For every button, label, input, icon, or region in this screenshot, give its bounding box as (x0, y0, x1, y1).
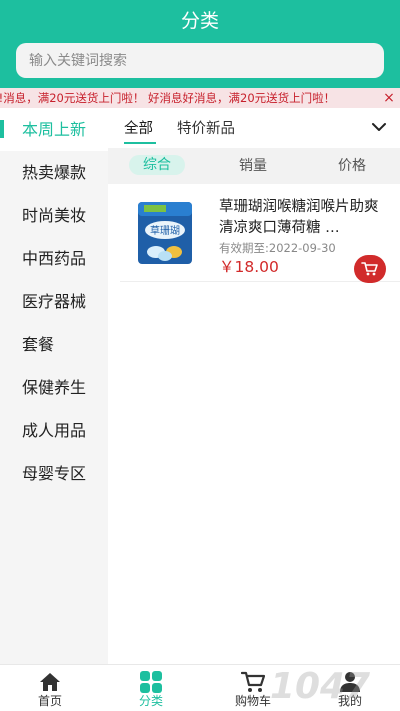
product-image-text: 草珊瑚 (150, 225, 180, 237)
sidebar-item-label: 中西药品 (22, 249, 87, 268)
sidebar-item-beauty[interactable]: 时尚美妆 (0, 194, 108, 237)
sort-bar: 综合 销量 价格 (108, 148, 400, 184)
sidebar-item-medical-devices[interactable]: 医疗器械 (0, 280, 108, 323)
product-price: ￥18.00 (219, 258, 279, 276)
tab-all[interactable]: 全部 (124, 119, 153, 139)
sidebar-item-label: 医疗器械 (22, 292, 87, 311)
nav-home[interactable]: 首页 (10, 665, 90, 711)
sort-sales[interactable]: 销量 (239, 157, 267, 175)
search-bar[interactable] (16, 43, 384, 78)
product-image[interactable]: 草珊瑚 (134, 200, 196, 266)
sidebar-item-label: 本周上新 (22, 120, 87, 139)
sidebar-item-new-this-week[interactable]: 本周上新 (0, 108, 108, 151)
sidebar-item-label: 热卖爆款 (22, 163, 87, 182)
add-to-cart-button[interactable] (354, 255, 386, 283)
home-icon (40, 673, 60, 691)
cart-icon (361, 262, 378, 276)
sidebar-item-medicine[interactable]: 中西药品 (0, 237, 108, 280)
sidebar-item-bundles[interactable]: 套餐 (0, 323, 108, 366)
watermark-text: 1047 (270, 666, 370, 707)
sidebar-item-hot-sellers[interactable]: 热卖爆款 (0, 151, 108, 194)
header: 分类 (0, 0, 400, 88)
tab-special-new[interactable]: 特价新品 (177, 119, 235, 139)
sidebar-item-health[interactable]: 保健养生 (0, 366, 108, 409)
sidebar-item-label: 时尚美妆 (22, 206, 87, 225)
sidebar-item-label: 套餐 (22, 335, 55, 354)
sidebar-item-label: 保健养生 (22, 378, 87, 397)
product-item[interactable]: 草珊瑚 草珊瑚润喉糖润喉片助爽 清凉爽口薄荷糖 … 有效期至:2022-09-3… (120, 186, 400, 283)
product-name: 草珊瑚润喉糖润喉片助爽 清凉爽口薄荷糖 … (219, 199, 379, 236)
nav-label: 首页 (37, 694, 62, 708)
filter-tabs: 全部 特价新品 (108, 108, 400, 148)
watermark-logo: 1047 (270, 666, 370, 707)
chevron-down-icon[interactable] (368, 116, 390, 138)
product-expiry: 有效期至:2022-09-30 (219, 241, 336, 255)
search-input[interactable] (29, 52, 369, 69)
active-indicator (0, 120, 4, 138)
nav-category[interactable]: 分类 (111, 665, 191, 711)
page-title: 分类 (180, 10, 219, 32)
sidebar-item-label: 成人用品 (22, 421, 87, 440)
sidebar-item-mother-baby[interactable]: 母婴专区 (0, 452, 108, 495)
sidebar-item-label: 母婴专区 (22, 464, 87, 483)
close-icon[interactable]: × (381, 89, 397, 107)
category-sidebar: 本周上新 热卖爆款 时尚美妆 中西药品 医疗器械 套餐 保健养生 成人用品 母婴… (0, 108, 108, 664)
category-grid-icon (140, 671, 162, 693)
notice-text: !!消息，满20元送货上门啦！ 好消息好消息，满20元送货上门啦！ (0, 91, 336, 105)
notice-marquee: !!消息，满20元送货上门啦！ 好消息好消息，满20元送货上门啦！ × (0, 88, 400, 108)
nav-label: 分类 (138, 694, 163, 708)
sidebar-item-adult[interactable]: 成人用品 (0, 409, 108, 452)
tab-underline (124, 142, 156, 144)
sort-comprehensive[interactable]: 综合 (129, 155, 185, 175)
sort-price[interactable]: 价格 (338, 157, 366, 175)
